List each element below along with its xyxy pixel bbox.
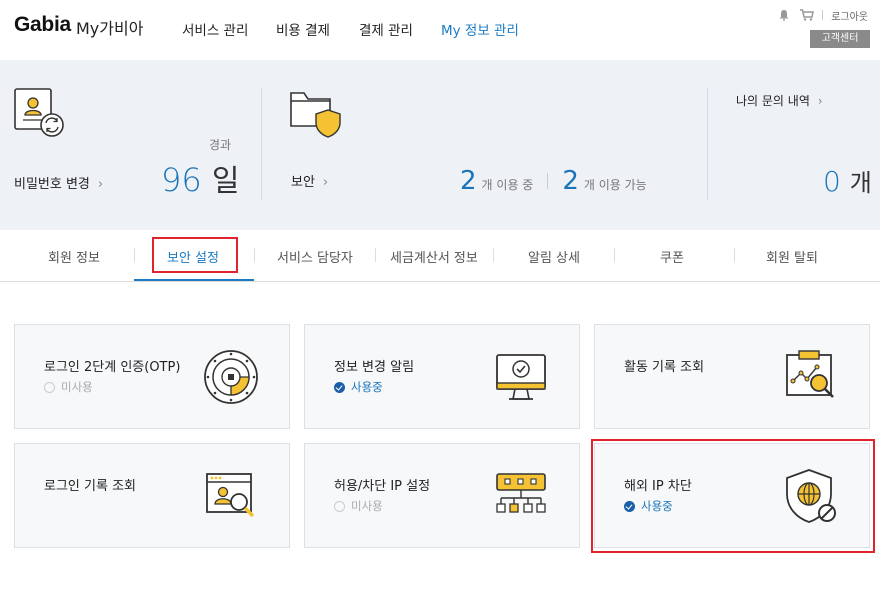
tab-member-info[interactable]: 회원 정보 xyxy=(48,247,100,266)
status-badge: 사용중 xyxy=(334,379,383,395)
status-text: 사용중 xyxy=(351,380,383,394)
card-title: 허용/차단 IP 설정 xyxy=(334,479,431,494)
card-ip-allow-block[interactable]: 허용/차단 IP 설정 미사용 xyxy=(304,443,580,548)
customer-center-button[interactable]: 고객센터 xyxy=(810,30,870,48)
chevron-right-icon: › xyxy=(817,94,823,108)
security-label: 보안 xyxy=(291,175,315,190)
check-circle-icon xyxy=(334,381,345,393)
divider xyxy=(547,173,549,189)
tab-tax-invoice[interactable]: 세금계산서 정보 xyxy=(390,247,478,266)
active-tab-indicator xyxy=(134,279,254,281)
login-user-search-icon xyxy=(206,473,255,518)
password-elapsed-days: 96 일 xyxy=(161,156,240,200)
divider xyxy=(614,248,615,262)
highlight-box xyxy=(152,237,238,273)
gabia-logo[interactable]: Gabia xyxy=(14,13,71,37)
card-title: 정보 변경 알림 xyxy=(334,360,415,375)
status-badge: 미사용 xyxy=(44,379,93,395)
divider xyxy=(134,248,135,262)
status-text: 미사용 xyxy=(351,499,383,513)
elapsed-label: 경과 xyxy=(209,138,232,152)
highlight-box xyxy=(591,439,875,553)
header: Gabia My가비아 서비스 관리 비용 결제 결제 관리 My 정보 관리 … xyxy=(0,0,880,60)
status-text: 미사용 xyxy=(61,380,93,394)
utility-bar: 로그아웃 xyxy=(778,8,868,23)
radio-off-icon xyxy=(44,381,55,393)
bell-icon[interactable] xyxy=(778,9,790,21)
in-use-count: 2 xyxy=(460,166,477,196)
divider xyxy=(707,88,708,200)
tab-notification-detail[interactable]: 알림 상세 xyxy=(528,247,580,266)
days-unit: 일 xyxy=(211,164,240,199)
card-title: 로그인 2단계 인증(OTP) xyxy=(44,360,181,375)
tab-bar: 회원 정보 보안 설정 서비스 담당자 세금계산서 정보 알림 상세 쿠폰 회원… xyxy=(0,230,880,282)
cart-icon[interactable] xyxy=(800,9,815,21)
card-title: 로그인 기록 조회 xyxy=(44,479,136,494)
card-login-history[interactable]: 로그인 기록 조회 xyxy=(14,443,290,548)
security-usage: 2 개 이용 중 2 개 이용 가능 xyxy=(460,166,647,196)
summary-panel: 경과 비밀번호 변경 › 96 일 보안 › 2 개 이용 중 2 개 이용 가능 … xyxy=(0,60,880,230)
nav-billing[interactable]: 비용 결제 xyxy=(276,19,330,39)
chevron-right-icon: › xyxy=(97,177,104,192)
tab-service-manager[interactable]: 서비스 담당자 xyxy=(277,247,353,266)
folder-shield-icon xyxy=(290,92,341,138)
password-change-link[interactable]: 비밀번호 변경 › xyxy=(14,173,103,192)
otp-dial-icon xyxy=(204,350,258,404)
monitor-check-icon xyxy=(496,354,546,400)
inquiry-count-unit: 개 xyxy=(849,169,872,197)
nav-service-management[interactable]: 서비스 관리 xyxy=(182,19,248,39)
my-gabia-title[interactable]: My가비아 xyxy=(76,15,143,39)
divider xyxy=(261,88,262,200)
inquiry-label: 나의 문의 내역 xyxy=(736,94,810,108)
tab-coupon[interactable]: 쿠폰 xyxy=(660,247,684,266)
days-value: 96 xyxy=(161,161,202,199)
card-title: 활동 기록 조회 xyxy=(624,360,705,375)
in-use-label: 개 이용 중 xyxy=(481,178,534,192)
divider xyxy=(822,10,824,20)
inquiry-history-link[interactable]: 나의 문의 내역 › xyxy=(736,92,823,109)
activity-chart-icon xyxy=(786,350,834,398)
divider xyxy=(254,248,255,262)
available-count: 2 xyxy=(562,166,579,196)
password-change-label: 비밀번호 변경 xyxy=(14,177,90,192)
divider xyxy=(375,248,376,262)
logout-link[interactable]: 로그아웃 xyxy=(831,8,868,23)
nav-my-info[interactable]: My 정보 관리 xyxy=(441,19,519,39)
inquiry-count-value: 0 xyxy=(823,165,841,198)
card-info-change-alert[interactable]: 정보 변경 알림 사용중 xyxy=(304,324,580,429)
network-tree-icon xyxy=(496,473,546,513)
card-otp[interactable]: 로그인 2단계 인증(OTP) 미사용 xyxy=(14,324,290,429)
status-badge: 미사용 xyxy=(334,498,383,514)
divider xyxy=(734,248,735,262)
radio-off-icon xyxy=(334,500,345,512)
tab-withdraw[interactable]: 회원 탈퇴 xyxy=(766,247,818,266)
divider xyxy=(493,248,494,262)
security-link[interactable]: 보안 › xyxy=(291,171,328,190)
nav-payment-management[interactable]: 결제 관리 xyxy=(359,19,413,39)
id-card-refresh-icon xyxy=(14,88,64,137)
inquiry-count: 0 개 xyxy=(823,163,872,198)
available-label: 개 이용 가능 xyxy=(583,178,647,192)
card-activity-history[interactable]: 활동 기록 조회 xyxy=(594,324,870,429)
chevron-right-icon: › xyxy=(322,175,329,190)
